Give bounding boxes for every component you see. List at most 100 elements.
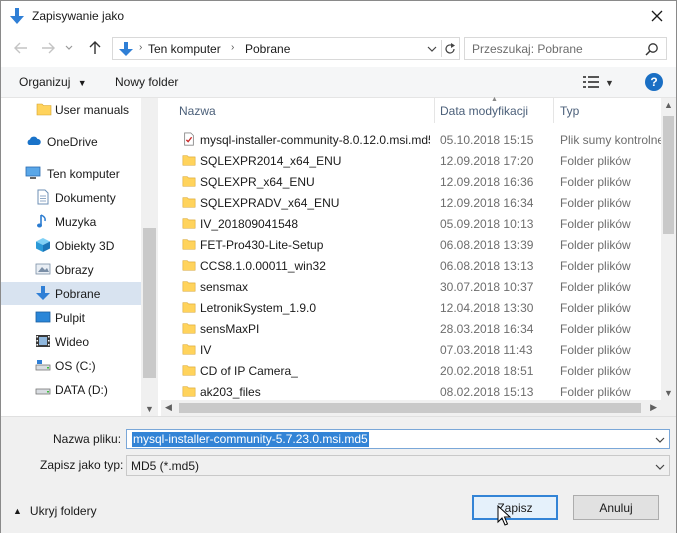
refresh-icon[interactable] bbox=[441, 40, 457, 57]
sidebar-item-label: OneDrive bbox=[47, 135, 98, 149]
vertical-scroll-thumb[interactable] bbox=[663, 116, 674, 234]
cancel-button[interactable]: Anuluj bbox=[573, 495, 659, 520]
breadcrumb-ten-komputer[interactable]: Ten komputer bbox=[148, 42, 221, 56]
chevron-down-icon[interactable] bbox=[655, 434, 665, 444]
breadcrumb-pobrane[interactable]: Pobrane bbox=[245, 42, 290, 56]
breadcrumb-separator-icon: › bbox=[231, 42, 235, 53]
folder-icon bbox=[182, 384, 196, 398]
file-name: IV bbox=[200, 343, 212, 357]
organize-button[interactable]: Organizuj ▼ bbox=[19, 75, 87, 89]
save-button[interactable]: Zapisz bbox=[472, 495, 558, 520]
sidebar-item-label: Wideo bbox=[55, 335, 90, 349]
file-row[interactable]: SQLEXPR2014_x64_ENU 12.09.2018 17:20 Folde… bbox=[161, 150, 661, 171]
new-folder-button[interactable]: Nowy folder bbox=[115, 75, 178, 89]
column-header-type[interactable]: Typ bbox=[560, 104, 579, 118]
file-row[interactable]: IV_201809041548 05.09.2018 10:13 Folder pl… bbox=[161, 213, 661, 234]
file-type: Folder plików bbox=[560, 301, 631, 315]
folder-icon bbox=[182, 363, 196, 377]
pictures-icon bbox=[35, 261, 51, 277]
sidebar-item-label: Pulpit bbox=[55, 311, 86, 325]
file-date: 06.08.2018 13:13 bbox=[440, 259, 534, 273]
computer-icon bbox=[25, 165, 41, 181]
chevron-up-icon: ▲ bbox=[13, 506, 22, 516]
recent-chevron-icon[interactable] bbox=[63, 39, 75, 57]
column-header-name[interactable]: Nazwa bbox=[179, 104, 216, 118]
address-dropdown-icon[interactable] bbox=[427, 43, 439, 55]
save-type-label: Zapisz jako typ: bbox=[40, 458, 124, 472]
file-date: 05.09.2018 10:13 bbox=[440, 217, 534, 231]
search-input[interactable]: Przeszukaj: Pobrane bbox=[472, 42, 583, 56]
sidebar-item-wideo[interactable]: Wideo bbox=[1, 330, 141, 353]
chevron-down-icon[interactable] bbox=[655, 461, 665, 471]
file-row[interactable]: sensmax 30.07.2018 10:37 Folder plików bbox=[161, 276, 661, 297]
save-type-select[interactable]: MD5 (*.md5) bbox=[126, 455, 670, 476]
up-arrow-icon[interactable] bbox=[86, 39, 104, 57]
file-row[interactable]: LetronikSystem_1.9.0 12.04.2018 13:30 Fold… bbox=[161, 297, 661, 318]
sidebar-item-user-manuals[interactable]: User manuals bbox=[1, 98, 141, 121]
search-icon[interactable] bbox=[645, 42, 659, 56]
folder-icon bbox=[182, 279, 196, 293]
file-row[interactable]: SQLEXPRADV_x64_ENU 12.09.2018 16:34 Folder… bbox=[161, 192, 661, 213]
file-date: 08.02.2018 15:13 bbox=[440, 385, 534, 399]
file-name: CCS8.1.0.00011_win32 bbox=[200, 259, 326, 273]
sidebar-item-onedrive[interactable]: OneDrive bbox=[1, 130, 141, 153]
file-row[interactable]: SQLEXPR_x64_ENU 12.09.2018 16:36 Folder pl… bbox=[161, 171, 661, 192]
file-type: Folder plików bbox=[560, 280, 631, 294]
sidebar-item-pulpit[interactable]: Pulpit bbox=[1, 306, 141, 329]
sidebar-item-obiekty-3d[interactable]: Obiekty 3D bbox=[1, 234, 141, 257]
sidebar-scroll-thumb[interactable] bbox=[143, 228, 156, 378]
address-bar[interactable]: › Ten komputer › Pobrane bbox=[112, 37, 460, 60]
filename-value[interactable]: mysql-installer-community-5.7.23.0.msi.m… bbox=[132, 432, 369, 447]
filename-field[interactable]: mysql-installer-community-5.7.23.0.msi.m… bbox=[126, 429, 670, 449]
file-type: Folder plików bbox=[560, 217, 631, 231]
sidebar-item-data-d[interactable]: DATA (D:) bbox=[1, 378, 141, 401]
folder-icon bbox=[182, 195, 196, 209]
column-divider[interactable] bbox=[434, 98, 435, 123]
file-type: Folder plików bbox=[560, 322, 631, 336]
file-list: Nazwa ▲ Data modyfikacji Typ mysql-insta… bbox=[161, 96, 676, 416]
sidebar-item-ten-komputer[interactable]: Ten komputer bbox=[1, 162, 141, 185]
file-row[interactable]: IV 07.03.2018 11:43 Folder plików bbox=[161, 339, 661, 360]
sidebar-item-label: Obrazy bbox=[55, 263, 94, 277]
download-arrow-icon bbox=[9, 7, 25, 25]
view-options-button[interactable]: ▼ bbox=[583, 74, 621, 92]
sidebar-item-pobrane[interactable]: Pobrane bbox=[1, 282, 141, 305]
file-row[interactable]: ak203_files 08.02.2018 15:13 Folder plików bbox=[161, 381, 661, 402]
search-box[interactable]: Przeszukaj: Pobrane bbox=[464, 37, 667, 60]
scrollbar-corner bbox=[661, 400, 676, 416]
file-name: SQLEXPRADV_x64_ENU bbox=[200, 196, 340, 210]
sidebar-item-obrazy[interactable]: Obrazy bbox=[1, 258, 141, 281]
file-date: 12.09.2018 16:34 bbox=[440, 196, 534, 210]
horizontal-scroll-thumb[interactable] bbox=[179, 403, 641, 413]
file-row[interactable]: CD of IP Camera_ 20.02.2018 18:51 Folder p… bbox=[161, 360, 661, 381]
file-name: IV_201809041548 bbox=[200, 217, 299, 231]
video-icon bbox=[35, 333, 51, 349]
scroll-down-icon[interactable]: ▼ bbox=[145, 404, 154, 414]
back-arrow-icon[interactable] bbox=[12, 39, 30, 57]
details-view-icon bbox=[583, 75, 599, 91]
file-list-vertical-scrollbar[interactable]: ▲ ▼ bbox=[661, 98, 676, 400]
file-row[interactable]: mysql-installer-community-8.0.12.0.msi.m… bbox=[161, 129, 661, 150]
help-icon[interactable]: ? bbox=[645, 73, 663, 91]
file-type: Folder plików bbox=[560, 154, 631, 168]
file-list-horizontal-scrollbar[interactable]: ◀ ▶ bbox=[161, 400, 661, 416]
file-row[interactable]: sensMaxPI 28.03.2018 16:34 Folder plików bbox=[161, 318, 661, 339]
file-row[interactable]: CCS8.1.0.00011_win32 06.08.2018 13:13 Fold… bbox=[161, 255, 661, 276]
scroll-right-icon[interactable]: ▶ bbox=[650, 402, 657, 413]
sidebar-item-muzyka[interactable]: Muzyka bbox=[1, 210, 141, 233]
scroll-up-icon[interactable]: ▲ bbox=[664, 100, 673, 110]
sidebar-item-label: Dokumenty bbox=[55, 191, 116, 205]
file-row[interactable]: FET-Pro430-Lite-Setup 06.08.2018 13:39 Fol… bbox=[161, 234, 661, 255]
sidebar-item-label: Obiekty 3D bbox=[55, 239, 115, 253]
forward-arrow-icon[interactable] bbox=[39, 39, 57, 57]
close-icon[interactable] bbox=[640, 1, 674, 31]
sidebar-item-dokumenty[interactable]: Dokumenty bbox=[1, 186, 141, 209]
column-header-date[interactable]: Data modyfikacji bbox=[440, 104, 528, 118]
scroll-left-icon[interactable]: ◀ bbox=[165, 402, 172, 413]
hide-folders-toggle[interactable]: ▲ Ukryj foldery bbox=[13, 504, 97, 518]
sidebar-item-label: Muzyka bbox=[55, 215, 97, 229]
scroll-down-icon[interactable]: ▼ bbox=[664, 388, 673, 398]
column-divider[interactable] bbox=[553, 98, 554, 123]
sidebar-item-os-c[interactable]: OS (C:) bbox=[1, 354, 141, 377]
sidebar-scrollbar[interactable]: ▼ bbox=[141, 98, 158, 416]
